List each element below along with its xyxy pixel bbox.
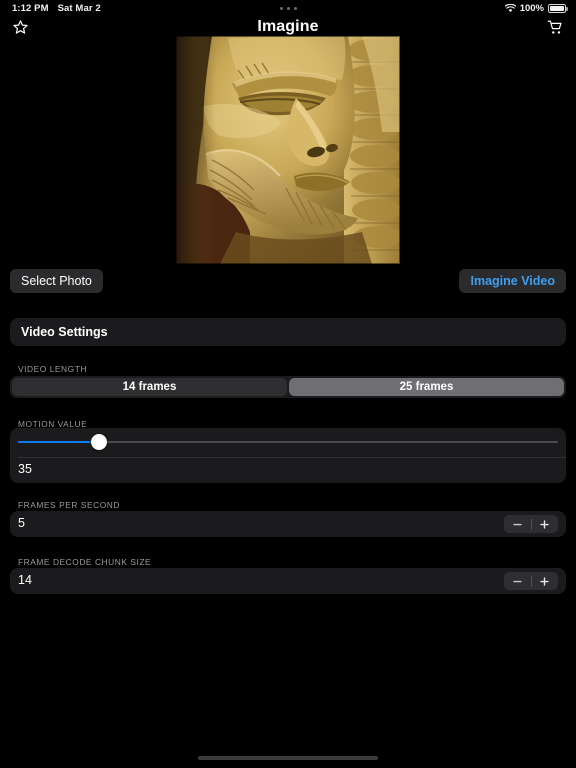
battery-icon: [548, 3, 568, 13]
frame-decode-chunk-size-label: FRAME DECODE CHUNK SIZE: [18, 557, 152, 567]
battery-percent-label: 100%: [519, 2, 544, 14]
page-title: Imagine: [257, 18, 319, 35]
motion-value-slider[interactable]: [18, 434, 558, 450]
home-indicator[interactable]: [198, 756, 378, 760]
frames-per-second-value: 5: [18, 516, 25, 530]
fps-increment-button[interactable]: [532, 515, 559, 533]
slider-thumb[interactable]: [91, 434, 107, 450]
app-root: 1:12 PM Sat Mar 2 100% Imagine Select Ph…: [0, 0, 576, 768]
status-bar-center: [0, 6, 576, 10]
video-length-label: VIDEO LENGTH: [18, 364, 87, 374]
selected-photo-preview[interactable]: [176, 36, 400, 264]
video-settings-header: Video Settings: [10, 318, 566, 346]
cart-button[interactable]: [540, 19, 570, 41]
video-length-segmented-control[interactable]: 14 frames 25 frames: [10, 376, 566, 398]
plus-icon: [540, 519, 549, 529]
frame-decode-chunk-size-value: 14: [18, 573, 32, 587]
photo-action-row: Select Photo Imagine Video: [0, 269, 576, 293]
divider: [18, 457, 566, 458]
minus-icon: [513, 580, 522, 582]
multitask-dots-icon[interactable]: [279, 6, 297, 10]
plus-icon: [540, 576, 549, 586]
chunk-decrement-button[interactable]: [504, 572, 531, 590]
frames-per-second-label: FRAMES PER SECOND: [18, 500, 120, 510]
frame-decode-chunk-size-card: 14: [10, 568, 566, 594]
photo-image: [176, 36, 400, 264]
motion-value-readout: 35: [18, 462, 32, 476]
minus-icon: [513, 523, 522, 525]
shopping-cart-icon: [546, 19, 564, 41]
status-bar-right: 100%: [504, 2, 568, 14]
imagine-video-button[interactable]: Imagine Video: [459, 269, 566, 293]
segment-25-frames[interactable]: 25 frames: [289, 378, 564, 396]
select-photo-button[interactable]: Select Photo: [10, 269, 103, 293]
frames-per-second-card: 5: [10, 511, 566, 537]
status-bar: 1:12 PM Sat Mar 2 100%: [0, 0, 576, 16]
segment-14-frames[interactable]: 14 frames: [12, 378, 287, 396]
chunk-increment-button[interactable]: [532, 572, 559, 590]
fps-decrement-button[interactable]: [504, 515, 531, 533]
frame-decode-chunk-size-stepper[interactable]: [504, 572, 558, 590]
slider-fill: [18, 441, 99, 443]
frames-per-second-stepper[interactable]: [504, 515, 558, 533]
motion-value-card: 35: [10, 428, 566, 483]
wifi-icon: [504, 3, 516, 13]
